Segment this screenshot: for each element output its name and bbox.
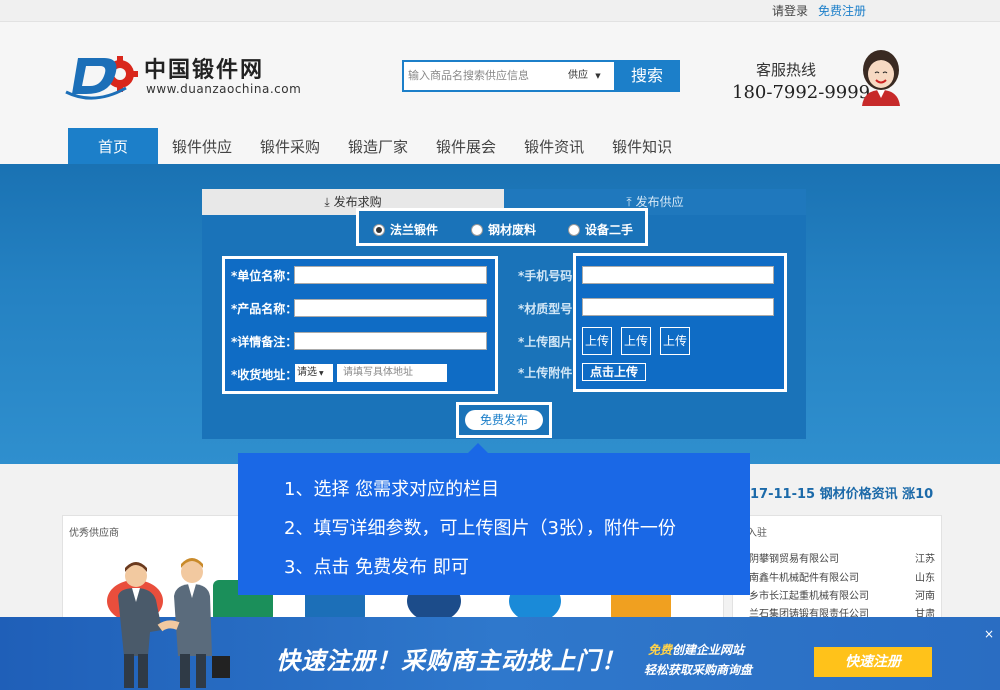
- left-fields-box: *单位名称： *产品名称： *详情备注： *收货地址： 请选 ▼ 请填写具体地址: [222, 256, 498, 394]
- free-publish-button[interactable]: 免费发布: [465, 410, 543, 430]
- customer-service-avatar: [862, 50, 900, 106]
- right-fields-box: 上传 上传 上传 点击上传: [573, 253, 787, 392]
- top-bar: 请登录 免费注册: [0, 0, 1000, 22]
- nav-item-knowledge[interactable]: 锻件知识: [598, 128, 686, 164]
- address-input[interactable]: 请填写具体地址: [337, 364, 447, 382]
- publish-box: 免费发布: [456, 402, 552, 438]
- instruction-step-1: 1、选择 您需求对应的栏目: [284, 479, 500, 500]
- radio-label: 法兰锻件: [390, 223, 439, 237]
- promo-sub-1: 免费创建企业网站: [648, 641, 744, 658]
- header: 中国锻件网 www.duanzaochina.com 输入商品名搜索供应信息 供…: [0, 22, 1000, 164]
- handshake-people-illustration: [118, 558, 230, 688]
- company-name: 阴攀钢贸易有限公司: [749, 554, 839, 565]
- upload-attachment-button[interactable]: 点击上传: [582, 363, 646, 381]
- radio-unchecked-icon: [471, 224, 483, 236]
- register-link[interactable]: 免费注册: [818, 2, 866, 19]
- brand-url: www.duanzaochina.com: [146, 82, 302, 96]
- download-icon: ⤓: [324, 195, 330, 209]
- tab-publish-buy-label: 发布求购: [333, 195, 382, 209]
- main-nav: 首页 锻件供应 锻件采购 锻造厂家 锻件展会 锻件资讯 锻件知识: [68, 128, 686, 164]
- product-name-label: *产品名称：: [231, 302, 298, 316]
- company-name-label: *单位名称：: [231, 269, 298, 283]
- logo-gear-icon: [65, 56, 138, 100]
- brand-name: 中国锻件网: [144, 58, 265, 83]
- details-label: *详情备注：: [231, 335, 298, 349]
- radio-flange-forging[interactable]: 法兰锻件: [373, 221, 438, 238]
- upload-image-button-3[interactable]: 上传: [660, 327, 690, 355]
- search-button[interactable]: 搜索: [614, 60, 680, 92]
- search-type-select[interactable]: 供应 ▼: [560, 66, 612, 86]
- nav-item-supply[interactable]: 锻件供应: [158, 128, 246, 164]
- company-region: 山东: [915, 573, 935, 584]
- hotline-number: 180-7992-9999: [732, 82, 871, 103]
- quick-register-button[interactable]: 快速注册: [814, 647, 932, 677]
- search-type-label: 供应: [568, 70, 588, 81]
- upload-icon: ⤒: [626, 195, 632, 209]
- phone-input[interactable]: [582, 266, 774, 284]
- company-region: 江苏: [915, 554, 935, 565]
- hotline-label: 客服热线: [756, 61, 817, 79]
- promo-sub-1-text: 创建企业网站: [672, 643, 745, 657]
- nav-item-home[interactable]: 首页: [68, 128, 158, 164]
- upload-image-button-1[interactable]: 上传: [582, 327, 612, 355]
- upload-image-button-2[interactable]: 上传: [621, 327, 651, 355]
- instruction-step-3: 3、点击 免费发布 即可: [284, 557, 469, 578]
- nav-item-manufacturers[interactable]: 锻造厂家: [334, 128, 422, 164]
- promo-free: 免费: [648, 643, 673, 657]
- company-row[interactable]: 乡市长江起重机械有限公司 河南: [749, 587, 935, 602]
- suppliers-title: 优秀供应商: [69, 528, 119, 539]
- company-name-input[interactable]: [294, 266, 487, 284]
- search-bar: 输入商品名搜索供应信息 供应 ▼ 搜索: [402, 60, 680, 92]
- address-label: *收货地址：: [231, 368, 298, 382]
- promo-headline: 快速注册！采购商主动找上门！: [276, 647, 626, 675]
- radio-label: 钢材废料: [488, 223, 537, 237]
- radio-used-equipment[interactable]: 设备二手: [568, 221, 633, 238]
- region-select[interactable]: 请选 ▼: [295, 364, 333, 382]
- radio-checked-icon: [373, 224, 385, 236]
- site-logo[interactable]: 中国锻件网 www.duanzaochina.com: [64, 48, 324, 108]
- company-row[interactable]: 阴攀钢贸易有限公司 江苏: [749, 550, 935, 565]
- close-icon[interactable]: ×: [982, 627, 996, 641]
- chevron-down-icon: ▼: [595, 72, 601, 80]
- new-companies: 业入驻 阴攀钢贸易有限公司 江苏 南鑫牛机械配件有限公司 山东 乡市长江起重机械有限…: [732, 515, 942, 625]
- product-name-input[interactable]: [294, 299, 487, 317]
- login-link[interactable]: 请登录: [772, 2, 808, 19]
- tab-publish-sell-label: 发布供应: [635, 195, 684, 209]
- company-region: 河南: [915, 591, 935, 602]
- company-name: 南鑫牛机械配件有限公司: [749, 573, 859, 584]
- chevron-down-icon: ▼: [319, 370, 324, 377]
- region-select-label: 请选: [297, 367, 317, 378]
- instruction-step-2: 2、填写详细参数，可上传图片（3张），附件一份: [284, 518, 676, 539]
- material-input[interactable]: [582, 298, 774, 316]
- radio-steel-scrap[interactable]: 钢材废料: [471, 221, 536, 238]
- radio-label: 设备二手: [585, 223, 634, 237]
- instruction-tooltip: 1、选择 您需求对应的栏目 2、填写详细参数，可上传图片（3张），附件一份 3、…: [238, 443, 750, 595]
- company-name: 乡市长江起重机械有限公司: [749, 591, 869, 602]
- nav-item-exhibitions[interactable]: 锻件展会: [422, 128, 510, 164]
- radio-unchecked-icon: [568, 224, 580, 236]
- search-input[interactable]: 输入商品名搜索供应信息: [404, 62, 559, 90]
- nav-item-purchase[interactable]: 锻件采购: [246, 128, 334, 164]
- company-row[interactable]: 南鑫牛机械配件有限公司 山东: [749, 569, 935, 584]
- nav-item-news[interactable]: 锻件资讯: [510, 128, 598, 164]
- news-headline[interactable]: 17-11-15 钢材价格资讯 涨10: [750, 483, 933, 502]
- category-radio-group: 法兰锻件 钢材废料 设备二手: [356, 208, 648, 246]
- promo-sub-2: 轻松获取采购商询盘: [644, 663, 753, 677]
- details-input[interactable]: [294, 332, 487, 350]
